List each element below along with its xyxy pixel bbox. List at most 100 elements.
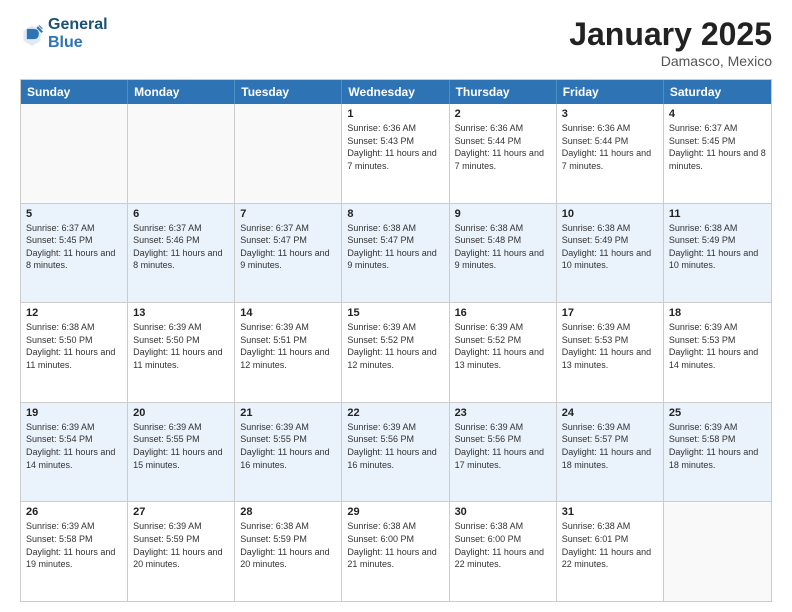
calendar-day-3: 3Sunrise: 6:36 AM Sunset: 5:44 PM Daylig… bbox=[557, 104, 664, 203]
day-info: Sunrise: 6:36 AM Sunset: 5:44 PM Dayligh… bbox=[455, 122, 551, 172]
day-number: 9 bbox=[455, 208, 551, 220]
day-number: 21 bbox=[240, 407, 336, 419]
calendar-row: 1 Sunrise: 6:36 AM Sunset: 5:43 PM Daylig… bbox=[21, 104, 771, 204]
day-info: Sunrise: 6:39 AM Sunset: 5:53 PM Dayligh… bbox=[562, 321, 658, 371]
calendar-day-25: 25Sunrise: 6:39 AM Sunset: 5:58 PM Dayli… bbox=[664, 403, 771, 502]
day-number: 30 bbox=[455, 506, 551, 518]
calendar-day-24: 24 Sunrise: 6:39 AM Sunset: 5:57 PM Dayli… bbox=[557, 403, 664, 502]
calendar-day-19: 19Sunrise: 6:39 AM Sunset: 5:54 PM Dayli… bbox=[21, 403, 128, 502]
day-number: 28 bbox=[240, 506, 336, 518]
day-info: Sunrise: 6:39 AM Sunset: 5:53 PM Dayligh… bbox=[669, 321, 766, 371]
calendar-empty-cell bbox=[235, 104, 342, 203]
header-day-saturday: Saturday bbox=[664, 80, 771, 104]
calendar-day-15: 15 Sunrise: 6:39 AM Sunset: 5:52 PM Dayli… bbox=[342, 303, 449, 402]
calendar-row: 12 Sunrise: 6:38 AM Sunset: 5:50 PM Dayli… bbox=[21, 303, 771, 403]
day-info: Sunrise: 6:36 AM Sunset: 5:43 PM Dayligh… bbox=[347, 122, 443, 172]
day-info: Sunrise: 6:37 AM Sunset: 5:45 PM Dayligh… bbox=[669, 122, 766, 172]
day-number: 20 bbox=[133, 407, 229, 419]
day-number: 15 bbox=[347, 307, 443, 319]
calendar-row: 19Sunrise: 6:39 AM Sunset: 5:54 PM Dayli… bbox=[21, 403, 771, 503]
day-info: Sunrise: 6:39 AM Sunset: 5:55 PM Dayligh… bbox=[133, 421, 229, 471]
calendar-day-5: 5 Sunrise: 6:37 AM Sunset: 5:45 PM Daylig… bbox=[21, 204, 128, 303]
day-info: Sunrise: 6:39 AM Sunset: 5:57 PM Dayligh… bbox=[562, 421, 658, 471]
calendar-row: 5 Sunrise: 6:37 AM Sunset: 5:45 PM Daylig… bbox=[21, 204, 771, 304]
day-info: Sunrise: 6:39 AM Sunset: 5:50 PM Dayligh… bbox=[133, 321, 229, 371]
day-info: Sunrise: 6:39 AM Sunset: 5:56 PM Dayligh… bbox=[455, 421, 551, 471]
calendar-day-20: 20 Sunrise: 6:39 AM Sunset: 5:55 PM Dayli… bbox=[128, 403, 235, 502]
header-day-sunday: Sunday bbox=[21, 80, 128, 104]
page: General Blue January 2025 Damasco, Mexic… bbox=[0, 0, 792, 612]
day-info: Sunrise: 6:38 AM Sunset: 5:47 PM Dayligh… bbox=[347, 222, 443, 272]
header: General Blue January 2025 Damasco, Mexic… bbox=[20, 16, 772, 69]
calendar-day-16: 16 Sunrise: 6:39 AM Sunset: 5:52 PM Dayli… bbox=[450, 303, 557, 402]
day-number: 18 bbox=[669, 307, 766, 319]
day-info: Sunrise: 6:38 AM Sunset: 5:48 PM Dayligh… bbox=[455, 222, 551, 272]
day-number: 24 bbox=[562, 407, 658, 419]
day-number: 17 bbox=[562, 307, 658, 319]
day-number: 2 bbox=[455, 108, 551, 120]
day-number: 27 bbox=[133, 506, 229, 518]
calendar-empty-cell bbox=[21, 104, 128, 203]
calendar-day-17: 17 Sunrise: 6:39 AM Sunset: 5:53 PM Dayli… bbox=[557, 303, 664, 402]
calendar-day-21: 21 Sunrise: 6:39 AM Sunset: 5:55 PM Dayli… bbox=[235, 403, 342, 502]
day-number: 7 bbox=[240, 208, 336, 220]
day-number: 26 bbox=[26, 506, 122, 518]
day-info: Sunrise: 6:39 AM Sunset: 5:52 PM Dayligh… bbox=[347, 321, 443, 371]
calendar-day-10: 10Sunrise: 6:38 AM Sunset: 5:49 PM Dayli… bbox=[557, 204, 664, 303]
day-info: Sunrise: 6:39 AM Sunset: 5:59 PM Dayligh… bbox=[133, 520, 229, 570]
calendar-day-18: 18 Sunrise: 6:39 AM Sunset: 5:53 PM Dayli… bbox=[664, 303, 771, 402]
calendar-day-4: 4Sunrise: 6:37 AM Sunset: 5:45 PM Daylig… bbox=[664, 104, 771, 203]
day-info: Sunrise: 6:39 AM Sunset: 5:52 PM Dayligh… bbox=[455, 321, 551, 371]
day-info: Sunrise: 6:39 AM Sunset: 5:51 PM Dayligh… bbox=[240, 321, 336, 371]
day-number: 11 bbox=[669, 208, 766, 220]
day-info: Sunrise: 6:38 AM Sunset: 5:49 PM Dayligh… bbox=[669, 222, 766, 272]
calendar-day-11: 11 Sunrise: 6:38 AM Sunset: 5:49 PM Dayli… bbox=[664, 204, 771, 303]
header-day-tuesday: Tuesday bbox=[235, 80, 342, 104]
calendar-day-7: 7 Sunrise: 6:37 AM Sunset: 5:47 PM Daylig… bbox=[235, 204, 342, 303]
calendar-day-28: 28 Sunrise: 6:38 AM Sunset: 5:59 PM Dayli… bbox=[235, 502, 342, 601]
logo-icon bbox=[20, 22, 44, 46]
day-number: 1 bbox=[347, 108, 443, 120]
month-title: January 2025 bbox=[569, 16, 772, 53]
day-info: Sunrise: 6:39 AM Sunset: 5:54 PM Dayligh… bbox=[26, 421, 122, 471]
calendar-day-30: 30 Sunrise: 6:38 AM Sunset: 6:00 PM Dayli… bbox=[450, 502, 557, 601]
day-number: 23 bbox=[455, 407, 551, 419]
day-info: Sunrise: 6:37 AM Sunset: 5:45 PM Dayligh… bbox=[26, 222, 122, 272]
day-info: Sunrise: 6:37 AM Sunset: 5:47 PM Dayligh… bbox=[240, 222, 336, 272]
day-number: 14 bbox=[240, 307, 336, 319]
calendar-day-2: 2 Sunrise: 6:36 AM Sunset: 5:44 PM Daylig… bbox=[450, 104, 557, 203]
day-info: Sunrise: 6:38 AM Sunset: 6:00 PM Dayligh… bbox=[455, 520, 551, 570]
day-info: Sunrise: 6:39 AM Sunset: 5:55 PM Dayligh… bbox=[240, 421, 336, 471]
header-day-friday: Friday bbox=[557, 80, 664, 104]
day-number: 22 bbox=[347, 407, 443, 419]
calendar-day-12: 12 Sunrise: 6:38 AM Sunset: 5:50 PM Dayli… bbox=[21, 303, 128, 402]
calendar-row: 26 Sunrise: 6:39 AM Sunset: 5:58 PM Dayli… bbox=[21, 502, 771, 601]
day-number: 29 bbox=[347, 506, 443, 518]
day-info: Sunrise: 6:38 AM Sunset: 5:50 PM Dayligh… bbox=[26, 321, 122, 371]
calendar-day-6: 6Sunrise: 6:37 AM Sunset: 5:46 PM Daylig… bbox=[128, 204, 235, 303]
day-number: 12 bbox=[26, 307, 122, 319]
day-info: Sunrise: 6:38 AM Sunset: 6:00 PM Dayligh… bbox=[347, 520, 443, 570]
calendar: SundayMondayTuesdayWednesdayThursdayFrid… bbox=[20, 79, 772, 602]
day-number: 6 bbox=[133, 208, 229, 220]
day-info: Sunrise: 6:39 AM Sunset: 5:58 PM Dayligh… bbox=[26, 520, 122, 570]
day-info: Sunrise: 6:39 AM Sunset: 5:58 PM Dayligh… bbox=[669, 421, 766, 471]
calendar-empty-cell bbox=[664, 502, 771, 601]
day-number: 16 bbox=[455, 307, 551, 319]
day-number: 5 bbox=[26, 208, 122, 220]
header-day-thursday: Thursday bbox=[450, 80, 557, 104]
calendar-day-29: 29 Sunrise: 6:38 AM Sunset: 6:00 PM Dayli… bbox=[342, 502, 449, 601]
calendar-day-23: 23 Sunrise: 6:39 AM Sunset: 5:56 PM Dayli… bbox=[450, 403, 557, 502]
day-info: Sunrise: 6:38 AM Sunset: 6:01 PM Dayligh… bbox=[562, 520, 658, 570]
location: Damasco, Mexico bbox=[569, 53, 772, 69]
day-info: Sunrise: 6:39 AM Sunset: 5:56 PM Dayligh… bbox=[347, 421, 443, 471]
day-info: Sunrise: 6:38 AM Sunset: 5:59 PM Dayligh… bbox=[240, 520, 336, 570]
day-info: Sunrise: 6:38 AM Sunset: 5:49 PM Dayligh… bbox=[562, 222, 658, 272]
calendar-day-26: 26 Sunrise: 6:39 AM Sunset: 5:58 PM Dayli… bbox=[21, 502, 128, 601]
title-block: January 2025 Damasco, Mexico bbox=[569, 16, 772, 69]
day-number: 31 bbox=[562, 506, 658, 518]
calendar-day-1: 1 Sunrise: 6:36 AM Sunset: 5:43 PM Daylig… bbox=[342, 104, 449, 203]
calendar-day-13: 13Sunrise: 6:39 AM Sunset: 5:50 PM Dayli… bbox=[128, 303, 235, 402]
logo-text: General Blue bbox=[48, 16, 108, 52]
header-day-wednesday: Wednesday bbox=[342, 80, 449, 104]
